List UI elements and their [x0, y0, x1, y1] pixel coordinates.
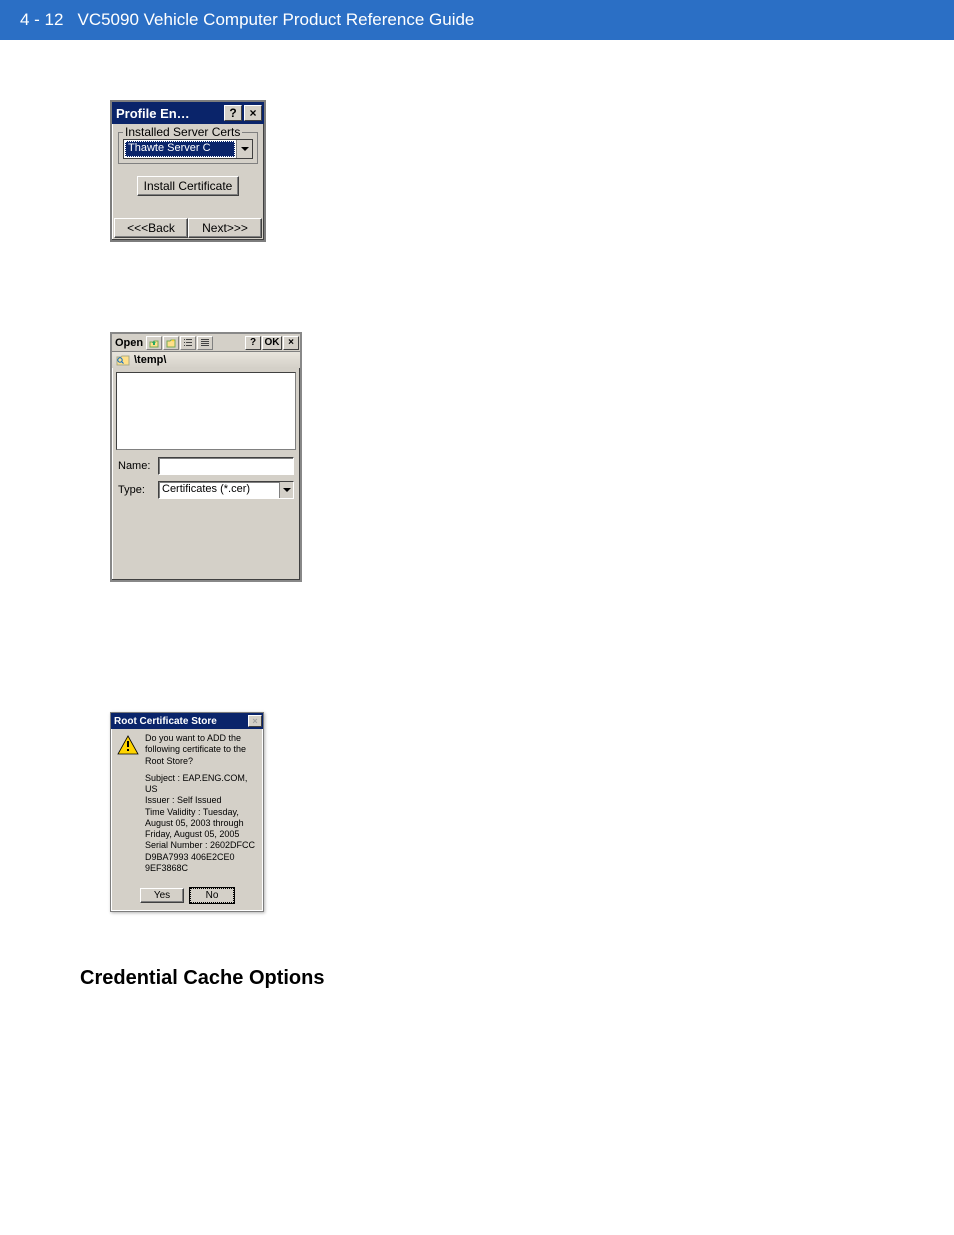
dialog-title: Root Certificate Store: [114, 716, 248, 727]
file-list[interactable]: [116, 372, 296, 450]
cert-details: Subject : EAP.ENG.COM, US Issuer : Self …: [145, 773, 257, 874]
close-button[interactable]: ×: [244, 105, 262, 121]
close-button[interactable]: ×: [248, 715, 262, 727]
close-button[interactable]: ×: [283, 336, 299, 350]
page-number: 4 - 12: [20, 10, 63, 30]
page-header: 4 - 12 VC5090 Vehicle Computer Product R…: [0, 0, 954, 40]
page-content: Profile En… ? × Installed Server Certs T…: [0, 40, 954, 1030]
next-button[interactable]: Next>>>: [188, 218, 262, 238]
no-button[interactable]: No: [190, 888, 234, 903]
group-label: Installed Server Certs: [123, 125, 242, 139]
type-value: Certificates (*.cer): [159, 482, 279, 498]
installed-certs-group: Installed Server Certs Thawte Server C: [118, 132, 258, 164]
ok-button[interactable]: OK: [262, 336, 282, 350]
path-text: \temp\: [134, 354, 166, 366]
type-label: Type:: [118, 484, 152, 496]
back-button[interactable]: <<<Back: [114, 218, 188, 238]
cert-dropdown[interactable]: Thawte Server C: [123, 139, 253, 159]
name-label: Name:: [118, 460, 152, 472]
open-label: Open: [113, 337, 145, 349]
profile-entry-dialog: Profile En… ? × Installed Server Certs T…: [110, 100, 266, 242]
help-button[interactable]: ?: [245, 336, 261, 350]
warning-icon: [117, 735, 139, 755]
name-input[interactable]: [158, 457, 294, 475]
yes-button[interactable]: Yes: [140, 888, 184, 903]
install-certificate-button[interactable]: Install Certificate: [137, 176, 240, 196]
root-cert-store-dialog: Root Certificate Store × Do you want to …: [110, 712, 264, 912]
dialog-titlebar: Root Certificate Store ×: [111, 713, 263, 729]
open-dialog-titlebar: Open ? OK ×: [112, 334, 300, 352]
cert-dropdown-value: Thawte Server C: [125, 141, 235, 157]
details-view-icon[interactable]: [197, 336, 213, 350]
dialog-titlebar: Profile En… ? ×: [112, 102, 264, 124]
chevron-down-icon[interactable]: [236, 140, 252, 158]
chevron-down-icon[interactable]: [279, 482, 293, 498]
open-file-dialog: Open ? OK × \temp\: [110, 332, 302, 582]
dialog-title: Profile En…: [116, 106, 222, 121]
folder-up-icon[interactable]: [146, 336, 162, 350]
new-folder-icon[interactable]: [163, 336, 179, 350]
folder-search-icon: [116, 354, 130, 366]
doc-title: VC5090 Vehicle Computer Product Referenc…: [77, 10, 474, 30]
list-view-icon[interactable]: [180, 336, 196, 350]
path-bar[interactable]: \temp\: [112, 352, 300, 368]
type-dropdown[interactable]: Certificates (*.cer): [158, 481, 294, 499]
confirm-question: Do you want to ADD the following certifi…: [145, 733, 257, 767]
help-button[interactable]: ?: [224, 105, 242, 121]
section-heading: Credential Cache Options: [80, 967, 954, 990]
